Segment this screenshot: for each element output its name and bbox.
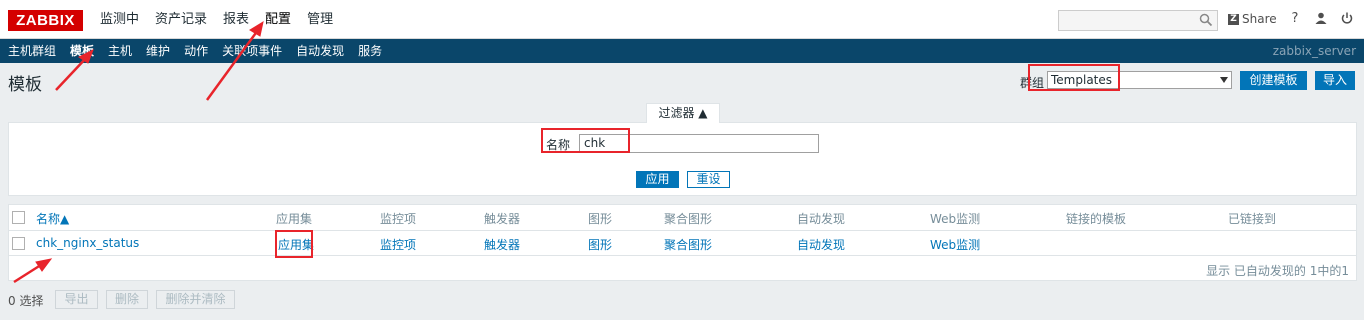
annotation-arrow-row-head (35, 258, 53, 272)
annotation-arrows (13, 20, 264, 284)
annotation-arrow-templates (55, 55, 89, 91)
annotation-arrow-configuration (205, 29, 260, 101)
annotation-arrow-templates-head (78, 48, 94, 64)
annotation-arrow-configuration-head (249, 20, 264, 37)
